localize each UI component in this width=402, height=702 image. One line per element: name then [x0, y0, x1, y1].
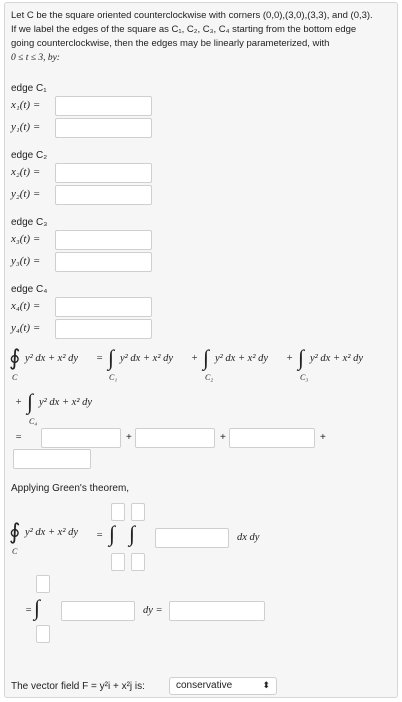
dy-label: dy =: [143, 605, 163, 616]
inner-upper-limit[interactable]: [131, 503, 145, 521]
integral-c2-input[interactable]: [135, 428, 215, 448]
oint-symbol: ∮: [9, 345, 21, 370]
double-integrand-input[interactable]: [155, 528, 229, 548]
plus-b: +: [220, 432, 226, 443]
integrand-c4: y² dx + x² dy: [39, 397, 93, 408]
intro-line-4: 0 ≤ t ≤ 3, by:: [11, 53, 60, 63]
select-value: conservative: [176, 680, 233, 691]
int-c3-symbol: ∫: [298, 345, 305, 370]
edge-c4-label: edge C₄: [11, 284, 48, 295]
single-upper-limit[interactable]: [36, 575, 50, 593]
intro-line-2: If we label the edges of the square as C…: [11, 24, 357, 35]
vector-field-label: The vector field F = y²i + x²j is:: [11, 681, 145, 692]
single-int-symbol: ∫: [34, 595, 41, 620]
outer-lower-limit[interactable]: [111, 553, 125, 571]
integrand-c3: y² dx + x² dy: [310, 353, 364, 364]
int-c2-symbol: ∫: [203, 345, 210, 370]
question-panel: Let C be the square oriented countercloc…: [4, 2, 398, 698]
y4-input[interactable]: [55, 319, 152, 339]
integrand-c: y² dx + x² dy: [25, 353, 79, 364]
greens-equals: =: [96, 530, 104, 541]
plus-a: +: [126, 432, 132, 443]
y1-input[interactable]: [55, 118, 152, 138]
x1-label: x₁(t) =: [11, 99, 41, 111]
dx-dy-label: dx dy: [237, 532, 260, 543]
greens-sub-c: C: [12, 547, 18, 556]
integrand-c2: y² dx + x² dy: [215, 353, 269, 364]
outer-int-symbol: ∫: [109, 521, 116, 546]
y2-input[interactable]: [55, 185, 152, 205]
int-c1-symbol: ∫: [108, 345, 115, 370]
sub-c: C: [12, 373, 18, 382]
intro-line-3: going counterclockwise, then the edges m…: [11, 38, 330, 49]
x2-label: x₂(t) =: [11, 166, 41, 178]
problem-statement: Let C be the square oriented countercloc…: [11, 9, 391, 65]
single-integrand-input[interactable]: [61, 601, 135, 621]
chevron-updown-icon: ⬍: [262, 680, 270, 690]
single-lower-limit[interactable]: [36, 625, 50, 643]
sub-c3: C₃: [300, 373, 309, 382]
x2-input[interactable]: [55, 163, 152, 183]
plus-2: +: [286, 353, 294, 364]
equals-sign: =: [96, 353, 104, 364]
sub-c1: C₁: [109, 373, 118, 382]
edge-c2-label: edge C₂: [11, 150, 48, 161]
x4-label: x₄(t) =: [11, 300, 41, 312]
y3-label: y₃(t) =: [11, 255, 41, 267]
plus-1: +: [191, 353, 199, 364]
greens-integrand: y² dx + x² dy: [25, 527, 79, 538]
greens-oint-symbol: ∮: [9, 519, 21, 544]
x4-input[interactable]: [55, 297, 152, 317]
x1-input[interactable]: [55, 96, 152, 116]
plus-3: +: [15, 397, 23, 408]
conservative-select[interactable]: conservative ⬍: [169, 677, 277, 695]
y3-input[interactable]: [55, 252, 152, 272]
int-c4-symbol: ∫: [27, 389, 34, 414]
inner-lower-limit[interactable]: [131, 553, 145, 571]
x3-label: x₃(t) =: [11, 233, 41, 245]
inner-int-symbol: ∫: [129, 521, 136, 546]
intro-line-1: Let C be the square oriented countercloc…: [11, 10, 373, 21]
y2-label: y₂(t) =: [11, 188, 41, 200]
x3-input[interactable]: [55, 230, 152, 250]
sub-c4: C₄: [29, 417, 38, 426]
plus-c: +: [320, 432, 326, 443]
single-equals: =: [25, 605, 33, 616]
final-value-input[interactable]: [169, 601, 265, 621]
greens-heading: Applying Green's theorem,: [11, 483, 130, 494]
integral-c1-input[interactable]: [41, 428, 121, 448]
edge-c3-label: edge C₃: [11, 217, 48, 228]
integral-c3-input[interactable]: [229, 428, 315, 448]
integrand-c1: y² dx + x² dy: [120, 353, 174, 364]
edge-c1-label: edge C₁: [11, 83, 47, 94]
y1-label: y₁(t) =: [11, 121, 41, 133]
sub-c2: C₂: [205, 373, 214, 382]
y4-label: y₄(t) =: [11, 322, 41, 334]
outer-upper-limit[interactable]: [111, 503, 125, 521]
integral-c4-input[interactable]: [13, 449, 91, 469]
equals-sum: =: [15, 432, 23, 443]
